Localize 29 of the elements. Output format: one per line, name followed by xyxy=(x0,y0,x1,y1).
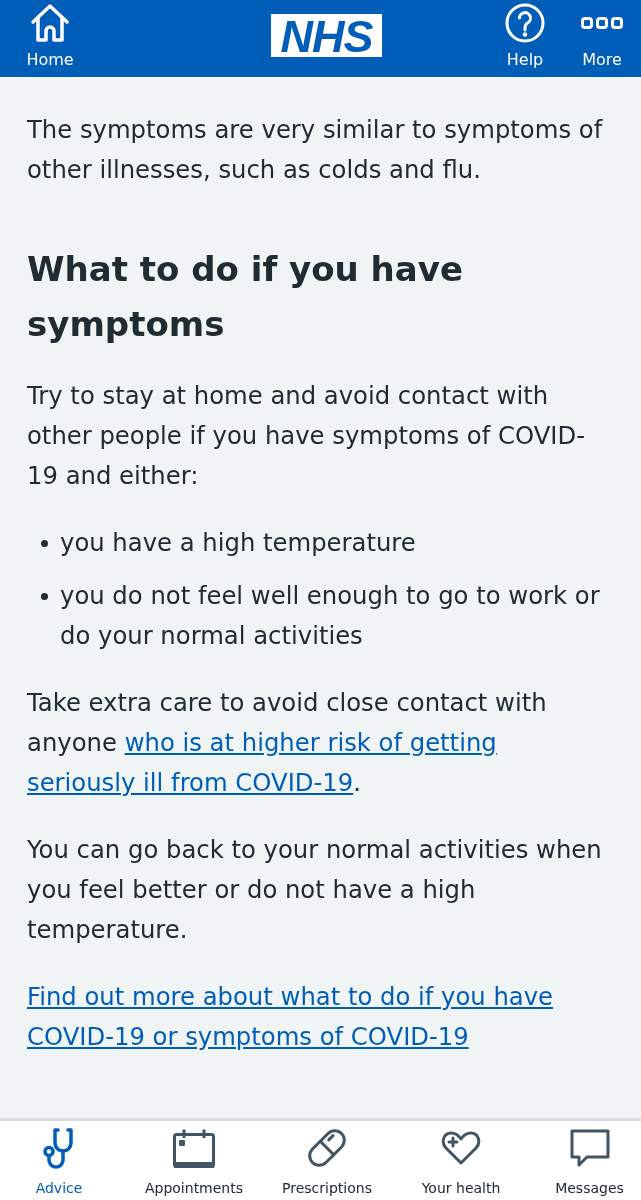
inline-link[interactable]: who is at higher risk of getting xyxy=(124,728,497,757)
more-dots-icon xyxy=(581,17,623,29)
paragraph: Try to stay at home and avoid contact with other people if you have symptoms of COVID-19 and either: xyxy=(27,380,586,492)
heart-plus-icon xyxy=(441,1130,481,1166)
more-button[interactable]: More xyxy=(581,0,623,70)
nhs-logo: NHS xyxy=(271,14,382,57)
paragraph: Take extra care to avoid close contact with anyone who is at higher risk of getting seriously ill from COVID-19. xyxy=(27,687,548,799)
paragraph: You can go back to your normal activities when you feel better or do not have a high temperature. xyxy=(27,834,603,946)
help-icon xyxy=(505,3,545,43)
nav-tab[interactable]: Your health xyxy=(419,1121,503,1197)
more-info-link[interactable]: Find out more about what to do if you have COVID-19 or symptoms of COVID-19 xyxy=(27,977,614,1057)
nav-tab[interactable]: Messages xyxy=(553,1121,626,1197)
nav-tab[interactable]: Appointments xyxy=(142,1121,246,1197)
home-icon xyxy=(30,3,70,43)
pill-icon xyxy=(306,1127,348,1169)
bullet-icon xyxy=(41,540,48,547)
home-button[interactable]: Home xyxy=(26,0,74,70)
stethoscope-icon xyxy=(43,1127,75,1169)
section-heading: What to do if you have symptoms xyxy=(27,248,464,346)
paragraph: The symptoms are very similar to symptoms of other illnesses, such as colds and flu. xyxy=(27,114,604,186)
list-item-text: you have a high temperature xyxy=(60,527,416,559)
calendar-icon xyxy=(172,1127,216,1169)
nav-tab[interactable]: Prescriptions xyxy=(280,1121,374,1197)
list-item-text: you do not feel well enough to go to work or do your normal activities xyxy=(60,580,601,652)
bullet-icon xyxy=(41,593,48,600)
nav-tab[interactable]: Advice xyxy=(33,1121,85,1197)
speech-bubble-icon xyxy=(569,1129,610,1167)
inline-link[interactable]: seriously ill from COVID-19 xyxy=(27,768,354,797)
help-button[interactable]: Help xyxy=(505,0,545,70)
